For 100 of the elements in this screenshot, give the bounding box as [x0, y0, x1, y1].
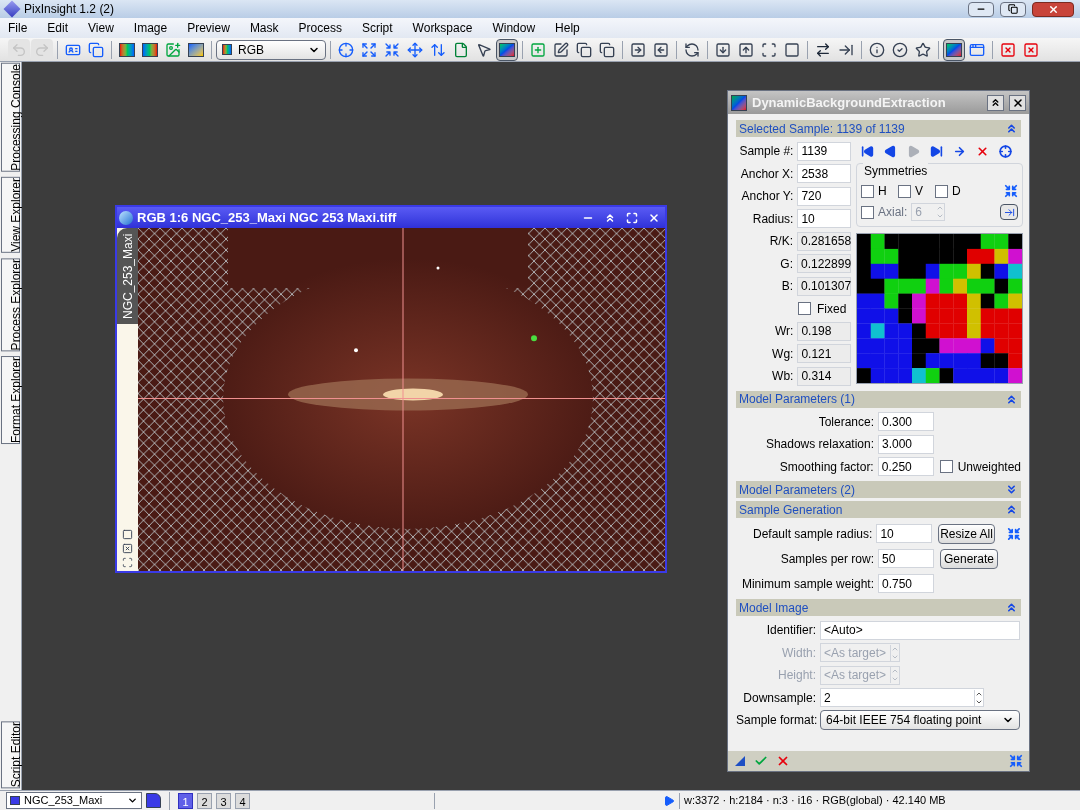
input-field[interactable]: <Auto> [820, 620, 1020, 640]
axis-button[interactable] [1000, 204, 1018, 220]
shade-icon [604, 211, 616, 224]
close-button[interactable] [1032, 1, 1074, 17]
field-label: G: [779, 255, 793, 273]
field-label: Minimum sample weight: [740, 575, 874, 593]
collapse-icon [1005, 392, 1018, 406]
workspace-tab[interactable]: 4 [235, 792, 250, 809]
app-title: PixInsight 1.2 (2) [24, 1, 116, 18]
value-readout: 0.198 [797, 321, 851, 341]
side-tab[interactable]: Process Explorer [1, 257, 20, 351]
shrink-icon[interactable] [1004, 184, 1018, 198]
input-field[interactable]: 2538 [797, 164, 851, 184]
input-field[interactable]: 0.750 [878, 574, 934, 593]
menu-item[interactable]: Preview [187, 19, 230, 37]
copy-icon [599, 41, 615, 58]
section-header[interactable]: Sample Generation [736, 501, 1021, 518]
workspace-tab[interactable]: 3 [216, 792, 231, 809]
field-label: Anchor Y: [740, 188, 794, 206]
shrink-icon [384, 41, 400, 58]
menu-item[interactable]: View [88, 19, 114, 37]
close-button[interactable] [1009, 94, 1026, 111]
restore-button[interactable] [1000, 1, 1026, 17]
menu-item[interactable]: Help [555, 19, 580, 37]
square-icon[interactable] [122, 529, 133, 540]
input-field[interactable]: 0.250 [877, 457, 934, 477]
close-icon [648, 211, 660, 224]
spin-box[interactable]: 2 [820, 688, 984, 708]
fit-icon[interactable] [122, 557, 133, 568]
menu-item[interactable]: Mask [249, 19, 279, 37]
view-icon[interactable] [146, 793, 161, 808]
toolbar-button[interactable] [943, 38, 965, 61]
shade-button[interactable] [987, 94, 1004, 111]
minimize-button[interactable] [968, 1, 994, 17]
action-button[interactable]: Generate [940, 548, 998, 569]
input-field[interactable]: 0.300 [878, 412, 934, 432]
crop-icon [761, 41, 777, 58]
input-field[interactable]: 10 [797, 209, 851, 229]
square-x-icon[interactable] [122, 543, 133, 554]
menu-item[interactable]: Edit [47, 19, 69, 37]
side-tab[interactable]: Script Editor [1, 720, 20, 788]
view-select[interactable]: NGC_253_Maxi [6, 792, 142, 809]
image-add-icon [165, 41, 181, 58]
input-field[interactable]: 720 [797, 186, 851, 206]
section-header[interactable]: Selected Sample: 1139 of 1139 [736, 120, 1021, 137]
checkbox[interactable] [939, 460, 953, 474]
section-header[interactable]: Model Parameters (1) [736, 390, 1021, 408]
menu-item[interactable]: Workspace [412, 19, 473, 37]
copy-icon [576, 41, 592, 58]
shrink-icon[interactable] [1009, 754, 1023, 768]
sample-format-select[interactable]: 64-bit IEEE 754 floating point [820, 710, 1020, 731]
color-window-icon [119, 42, 135, 57]
channel-select[interactable]: RGB [216, 39, 326, 60]
play-icon[interactable] [663, 794, 675, 807]
checkbox[interactable] [935, 184, 948, 198]
menu-item[interactable]: File [8, 19, 28, 37]
shrink-icon[interactable] [1007, 526, 1021, 541]
workspace-tab[interactable]: 1 [178, 792, 193, 809]
view-tab[interactable]: NGC_253_Maxi [117, 228, 138, 324]
next-icon [906, 144, 920, 158]
menu-item[interactable]: Process [298, 19, 342, 37]
triangle-icon[interactable] [734, 755, 746, 767]
menu-item[interactable]: Window [492, 19, 536, 37]
input-field[interactable]: 1139 [797, 141, 851, 161]
section-header[interactable]: Model Parameters (2) [736, 481, 1021, 498]
arrow-right-icon [952, 144, 966, 158]
checkbox[interactable] [861, 184, 874, 198]
checkbox-label: H [878, 183, 888, 200]
checkbox[interactable] [898, 184, 911, 198]
input-field[interactable]: 3.000 [878, 434, 934, 454]
checkbox[interactable] [798, 302, 811, 316]
close-icon [1011, 96, 1024, 109]
workspace-tab[interactable]: 2 [197, 792, 212, 809]
side-tab[interactable]: Processing Console [1, 63, 20, 172]
shade-icon [990, 97, 1001, 108]
field-label: Radius: [751, 210, 794, 228]
action-button[interactable]: Resize All [937, 523, 996, 544]
info-icon [869, 41, 885, 58]
input-field[interactable]: 50 [878, 549, 934, 568]
field-label: Samples per row: [779, 550, 874, 568]
section-header[interactable]: Model Image [736, 599, 1021, 616]
undo-icon [11, 41, 27, 58]
checkbox-label: Axial: [878, 204, 908, 221]
field-label: Height: [776, 667, 816, 685]
menu-item[interactable]: Script [361, 19, 393, 37]
side-tab[interactable]: View Explorer [1, 176, 20, 253]
navigation-button[interactable] [996, 142, 1014, 160]
menu-item[interactable]: Image [133, 19, 168, 37]
first-icon [860, 144, 874, 158]
square-x-icon [1023, 41, 1039, 58]
side-tab[interactable]: Format Explorer [1, 355, 20, 444]
collapse-icon [1005, 601, 1018, 614]
down-icon [936, 212, 945, 220]
checkbox[interactable] [861, 205, 874, 219]
toolbar-button[interactable] [496, 38, 518, 61]
cancel-icon[interactable] [776, 754, 790, 768]
input-field[interactable]: 10 [876, 524, 932, 543]
value-readout: 0.314 [797, 366, 851, 386]
window-title: RGB 1:6 NGC_253_Maxi NGC 253 Maxi.tiff [137, 208, 398, 227]
expand-icon [1005, 483, 1018, 496]
